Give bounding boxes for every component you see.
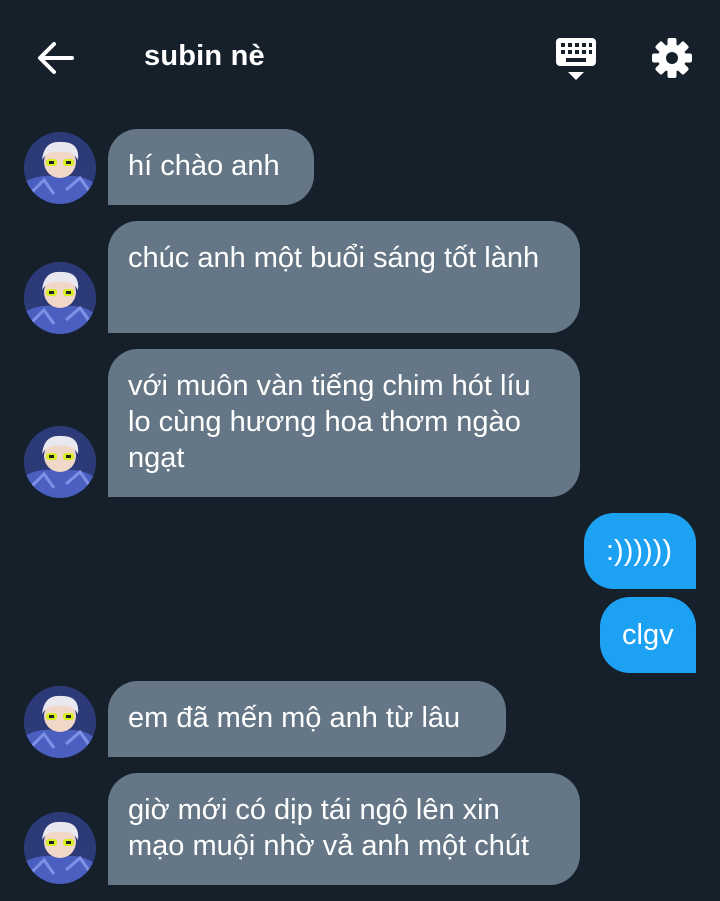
avatar[interactable] xyxy=(24,812,96,884)
incoming-message-bubble[interactable]: chúc anh một buổi sáng tốt lành xyxy=(108,221,580,333)
arrow-left-icon xyxy=(38,42,74,74)
incoming-message-bubble[interactable]: em đã mến mộ anh từ lâu xyxy=(108,681,506,757)
keyboard-icon xyxy=(556,38,596,80)
avatar-image xyxy=(24,132,96,204)
avatar[interactable] xyxy=(24,262,96,334)
avatar[interactable] xyxy=(24,132,96,204)
incoming-message-bubble[interactable]: giờ mới có dịp tái ngộ lên xin mạo muội … xyxy=(108,773,580,885)
avatar[interactable] xyxy=(24,426,96,498)
message-thread[interactable]: hí chào anh chúc anh một buổi sáng tốt l… xyxy=(0,112,720,901)
gear-icon xyxy=(652,38,692,78)
avatar-image xyxy=(24,426,96,498)
incoming-message-bubble[interactable]: với muôn vàn tiếng chim hót líu lo cùng … xyxy=(108,349,580,497)
keyboard-button[interactable] xyxy=(552,36,600,84)
avatar-image xyxy=(24,262,96,334)
avatar[interactable] xyxy=(24,686,96,758)
outgoing-message-bubble[interactable]: :)))))) xyxy=(584,513,696,589)
settings-button[interactable] xyxy=(648,34,696,82)
conversation-title: subin nè xyxy=(144,40,265,72)
top-bar: subin nè xyxy=(0,0,720,112)
avatar-image xyxy=(24,812,96,884)
outgoing-message-bubble[interactable]: clgv xyxy=(600,597,696,673)
incoming-message-bubble[interactable]: hí chào anh xyxy=(108,129,314,205)
back-button[interactable] xyxy=(32,36,80,80)
avatar-image xyxy=(24,686,96,758)
